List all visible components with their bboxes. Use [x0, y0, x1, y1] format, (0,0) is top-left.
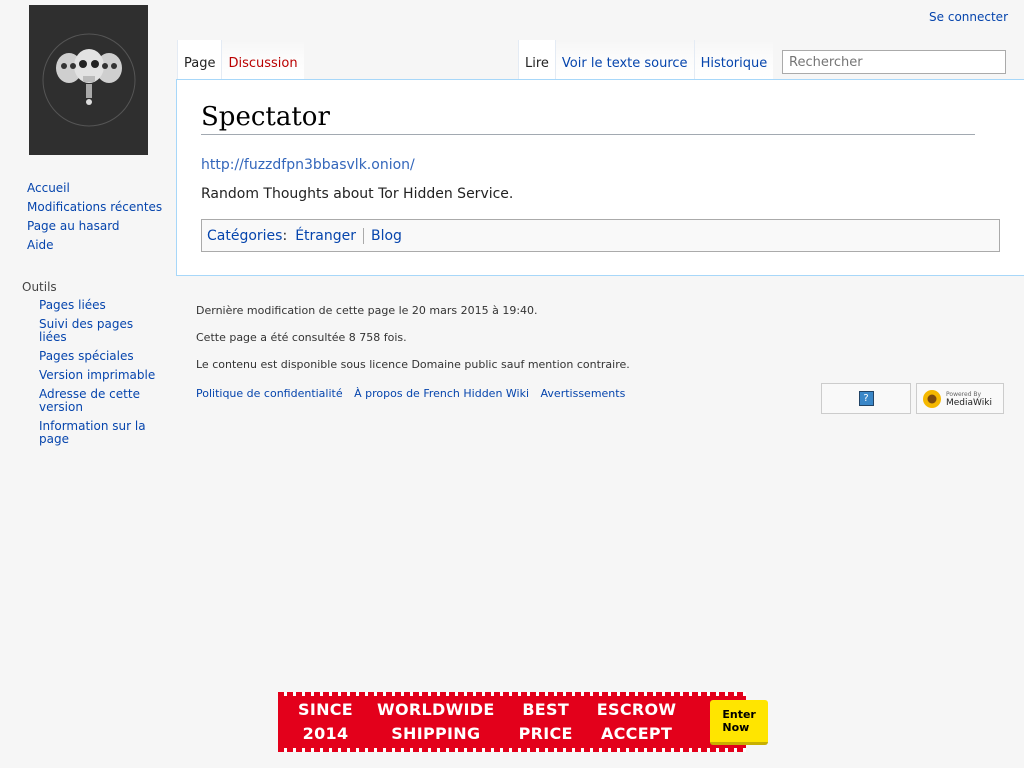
sidebar-link-accueil[interactable]: Accueil: [27, 181, 70, 195]
sidebar-link-modifications[interactable]: Modifications récentes: [27, 200, 162, 214]
categories-label[interactable]: Catégories: [207, 228, 282, 244]
sidebar-item-random: Page au hasard: [27, 220, 167, 233]
tab-view-source-label: Voir le texte source: [561, 56, 688, 71]
tab-page[interactable]: Page: [177, 40, 222, 79]
tab-history-label: Historique: [700, 56, 768, 71]
banner-item-shipping: WORLDWIDE SHIPPING: [377, 698, 495, 746]
enter-now-button[interactable]: Enter Now: [710, 699, 768, 745]
tools-link-imprimable[interactable]: Version imprimable: [39, 368, 155, 382]
question-icon: ?: [858, 391, 874, 406]
sidebar-item-modifications: Modifications récentes: [27, 201, 167, 214]
tab-history[interactable]: Historique: [693, 40, 774, 79]
page-title: Spectator: [201, 102, 975, 135]
category-separator: [363, 227, 364, 244]
tab-discussion[interactable]: Discussion: [221, 40, 304, 79]
banner-item-escrow: ESCROW ACCEPT: [597, 698, 677, 746]
external-link[interactable]: http://fuzzdfpn3bbasvlk.onion/: [201, 157, 415, 173]
category-etranger[interactable]: Étranger: [295, 228, 356, 244]
footer-link-privacy[interactable]: Politique de confidentialité: [196, 387, 343, 400]
tools-heading: Outils: [22, 280, 57, 294]
tools-link-speciales[interactable]: Pages spéciales: [39, 349, 134, 363]
mediawiki-text: Powered By MediaWiki: [946, 390, 992, 408]
tools-link-pages-liees[interactable]: Pages liées: [39, 298, 106, 312]
powered-by-label: Powered By: [946, 390, 982, 398]
tools-item: Version imprimable: [39, 369, 164, 382]
view-tabs: Lire Voir le texte source Historique: [518, 40, 774, 80]
footer-views: Cette page a été consultée 8 758 fois.: [196, 331, 407, 344]
tab-read-label: Lire: [525, 56, 549, 71]
tab-page-label: Page: [184, 56, 216, 71]
sidebar-link-aide[interactable]: Aide: [27, 238, 54, 252]
category-blog[interactable]: Blog: [371, 228, 402, 244]
footer-link-about[interactable]: À propos de French Hidden Wiki: [354, 387, 529, 400]
sidebar-item-aide: Aide: [27, 239, 167, 252]
login-link[interactable]: Se connecter: [929, 10, 1008, 24]
banner-text: SINCE: [298, 700, 354, 719]
navigation-list: Accueil Modifications récentes Page au h…: [27, 182, 167, 258]
banner-text: 2014: [302, 724, 349, 743]
categories-colon: :: [282, 227, 288, 244]
content-area: Spectator http://fuzzdfpn3bbasvlk.onion/…: [176, 79, 1024, 276]
skull-logo-icon: [42, 33, 135, 127]
footer-info: Dernière modification de cette page le 2…: [196, 304, 630, 385]
footer-license: Le contenu est disponible sous licence D…: [196, 358, 630, 371]
sidebar-link-random[interactable]: Page au hasard: [27, 219, 120, 233]
banner-item-price: BEST PRICE: [519, 698, 573, 746]
tab-view-source[interactable]: Voir le texte source: [554, 40, 694, 79]
tools-link-adresse[interactable]: Adresse de cette version: [39, 387, 140, 414]
banner-text: PRICE: [518, 724, 573, 743]
footer-link-disclaimers[interactable]: Avertissements: [541, 387, 626, 400]
banner-item-since: SINCE 2014: [298, 698, 353, 746]
site-logo[interactable]: [29, 5, 148, 155]
namespace-tabs: Page Discussion: [177, 40, 304, 80]
category-links: Catégories : Étranger Blog: [201, 219, 1000, 252]
tools-item: Pages spéciales: [39, 350, 164, 363]
advertisement-banner[interactable]: SINCE 2014 WORLDWIDE SHIPPING BEST PRICE ES…: [278, 692, 768, 752]
footer-last-modified: Dernière modification de cette page le 2…: [196, 304, 538, 317]
tab-read[interactable]: Lire: [518, 40, 555, 79]
sunflower-icon: [923, 389, 941, 408]
tools-item: Information sur la page: [39, 420, 164, 446]
search-input[interactable]: [782, 50, 1006, 74]
banner-text: SHIPPING: [391, 724, 481, 743]
banner-text: ACCEPT: [600, 724, 673, 743]
copyright-badge[interactable]: ?: [821, 383, 911, 414]
footer-places: Politique de confidentialité À propos de…: [196, 387, 633, 400]
page-description: Random Thoughts about Tor Hidden Service…: [201, 186, 514, 202]
banner-text: WORLDWIDE: [377, 700, 495, 719]
personal-tools: Se connecter: [929, 10, 1008, 24]
powered-by-mediawiki-badge[interactable]: Powered By MediaWiki: [916, 383, 1004, 414]
tools-link-suivi[interactable]: Suivi des pages liées: [39, 317, 133, 344]
sidebar-item-accueil: Accueil: [27, 182, 167, 195]
tools-list: Pages liées Suivi des pages liées Pages …: [39, 299, 164, 452]
mediawiki-label: MediaWiki: [946, 397, 992, 408]
banner-text: BEST: [522, 700, 570, 719]
tools-link-information[interactable]: Information sur la page: [39, 419, 146, 446]
tools-item: Pages liées: [39, 299, 164, 312]
tab-discussion-label: Discussion: [228, 56, 298, 71]
tools-item: Suivi des pages liées: [39, 318, 164, 344]
banner-text: ESCROW: [596, 700, 677, 719]
tools-item: Adresse de cette version: [39, 388, 164, 414]
